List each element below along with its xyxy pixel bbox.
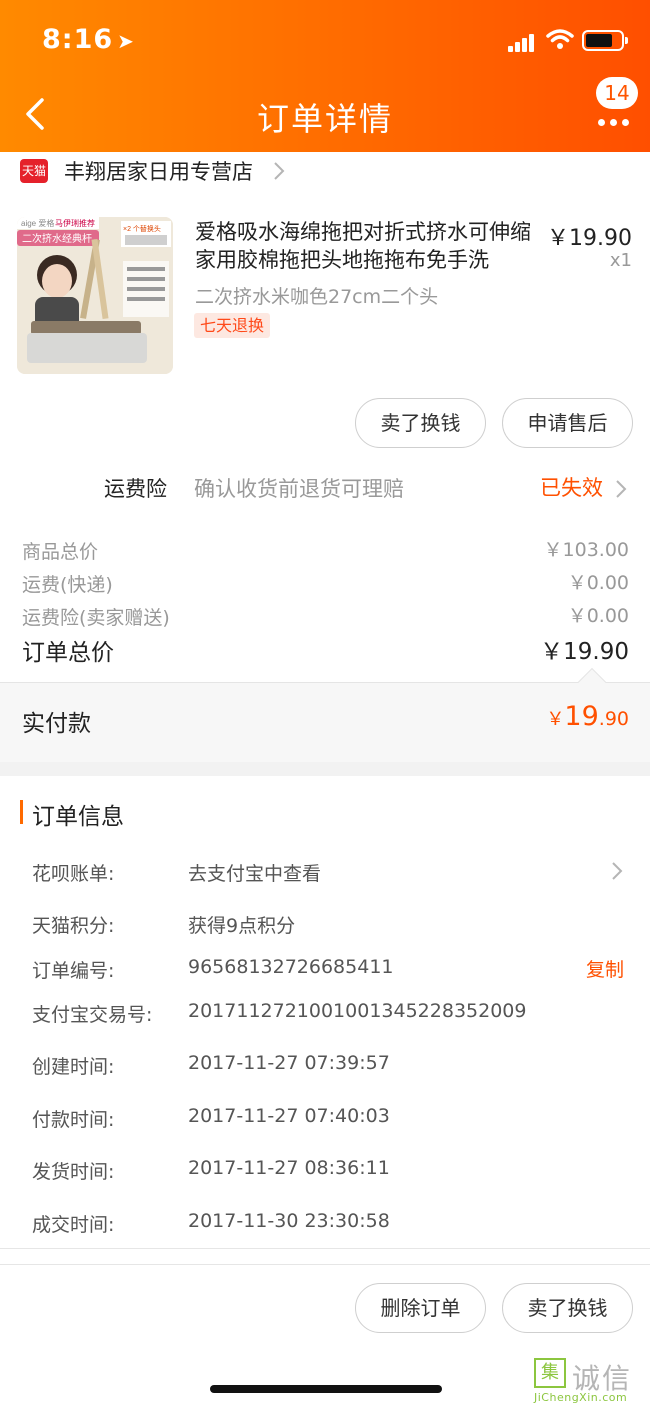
divider [0, 1248, 650, 1249]
info-value-paid: 2017-11-27 07:40:03 [188, 1105, 390, 1127]
section-accent-bar [20, 800, 23, 824]
return-policy-tag: 七天退换 [194, 313, 271, 338]
info-value-shipped: 2017-11-27 08:36:11 [188, 1157, 390, 1179]
product-title[interactable]: 爱格吸水海绵拖把对折式挤水可伸缩家用胶棉拖把头地拖拖布免手洗 [195, 218, 545, 274]
battery-icon [582, 30, 628, 51]
delete-order-button[interactable]: 删除订单 [355, 1283, 486, 1333]
wifi-icon [546, 29, 574, 49]
chevron-right-icon[interactable] [614, 478, 628, 500]
store-row[interactable]: 天猫 丰翔居家日用专营店 [0, 152, 650, 192]
order-total-value: ￥19.90 [540, 639, 629, 665]
section-separator [0, 762, 650, 776]
divider [0, 1264, 650, 1265]
copy-button[interactable]: 复制 [586, 955, 624, 982]
info-value-points: 获得9点积分 [188, 915, 296, 937]
message-count-badge: 14 [596, 77, 638, 109]
freight-insurance-status[interactable]: 已失效 [540, 472, 603, 502]
info-value-created: 2017-11-27 07:39:57 [188, 1052, 390, 1074]
freight-insurance-label: 运费险 [104, 477, 167, 501]
info-label-alipay-trade: 支付宝交易号: [32, 1004, 153, 1026]
tmall-logo: 天猫 [20, 159, 48, 183]
watermark-url: JiChengXin.com [534, 1391, 628, 1404]
info-value-completed: 2017-11-30 23:30:58 [188, 1210, 390, 1232]
summary-label-shipping: 运费(快递) [22, 574, 113, 596]
order-total-label: 订单总价 [22, 640, 114, 666]
chevron-right-icon [274, 162, 285, 180]
summary-value-goods: ￥103.00 [543, 539, 629, 561]
summary-value-shipping: ￥0.00 [567, 572, 629, 594]
summary-label-goods: 商品总价 [22, 541, 99, 563]
product-image[interactable]: aige 爱格 马伊琍推荐 二次挤水经典杆 ×2 个替换头 [17, 217, 173, 374]
info-value-huabei[interactable]: 去支付宝中查看 [188, 859, 321, 886]
product-promo-text: 马伊琍推荐 [55, 218, 95, 228]
info-label-created: 创建时间: [32, 1056, 115, 1078]
info-label-completed: 成交时间: [32, 1214, 115, 1236]
summary-label-insurance: 运费险(卖家赠送) [22, 607, 170, 629]
product-spec: 二次挤水米咖色27cm二个头 [195, 286, 439, 308]
header: 8:16 ➤ 订单详情 14 [0, 0, 650, 152]
watermark-icon: 集 [534, 1358, 566, 1388]
product-banner-text: 二次挤水经典杆 [22, 232, 92, 245]
info-value-order-number: 96568132726685411 [188, 956, 394, 978]
sell-button-bottom[interactable]: 卖了换钱 [502, 1283, 633, 1333]
location-arrow-icon: ➤ [117, 29, 135, 53]
product-badge-text: ×2 个替换头 [123, 224, 161, 233]
product-quantity: x1 [609, 250, 632, 271]
chevron-right-icon[interactable] [610, 860, 624, 882]
product-brand-text: aige 爱格 [21, 218, 54, 228]
info-label-order-number: 订单编号: [32, 960, 115, 982]
after-sale-button[interactable]: 申请售后 [502, 398, 633, 448]
more-dots-icon[interactable] [598, 111, 634, 130]
summary-value-insurance: ￥0.00 [567, 605, 629, 627]
info-label-paid: 付款时间: [32, 1109, 115, 1131]
info-label-points: 天猫积分: [32, 915, 115, 937]
product-price: ￥19.90 [547, 226, 632, 251]
freight-insurance-desc: 确认收货前退货可理赔 [194, 477, 404, 501]
info-value-alipay-trade: 2017112721001001345228352009 [188, 1000, 527, 1022]
sell-button[interactable]: 卖了换钱 [355, 398, 486, 448]
info-label-huabei: 花呗账单: [32, 863, 115, 885]
paid-label: 实付款 [22, 711, 91, 737]
home-indicator[interactable] [210, 1385, 442, 1393]
order-info-title: 订单信息 [32, 804, 124, 830]
status-time: 8:16 ➤ [42, 24, 135, 55]
cellular-signal-icon [508, 34, 540, 52]
page-title: 订单详情 [256, 100, 393, 138]
paid-value: ￥19.90 [546, 701, 629, 732]
store-name[interactable]: 丰翔居家日用专营店 [64, 156, 253, 186]
watermark-logo: 集 诚信 JiChengXin.com [520, 1358, 646, 1404]
info-label-shipped: 发货时间: [32, 1161, 115, 1183]
